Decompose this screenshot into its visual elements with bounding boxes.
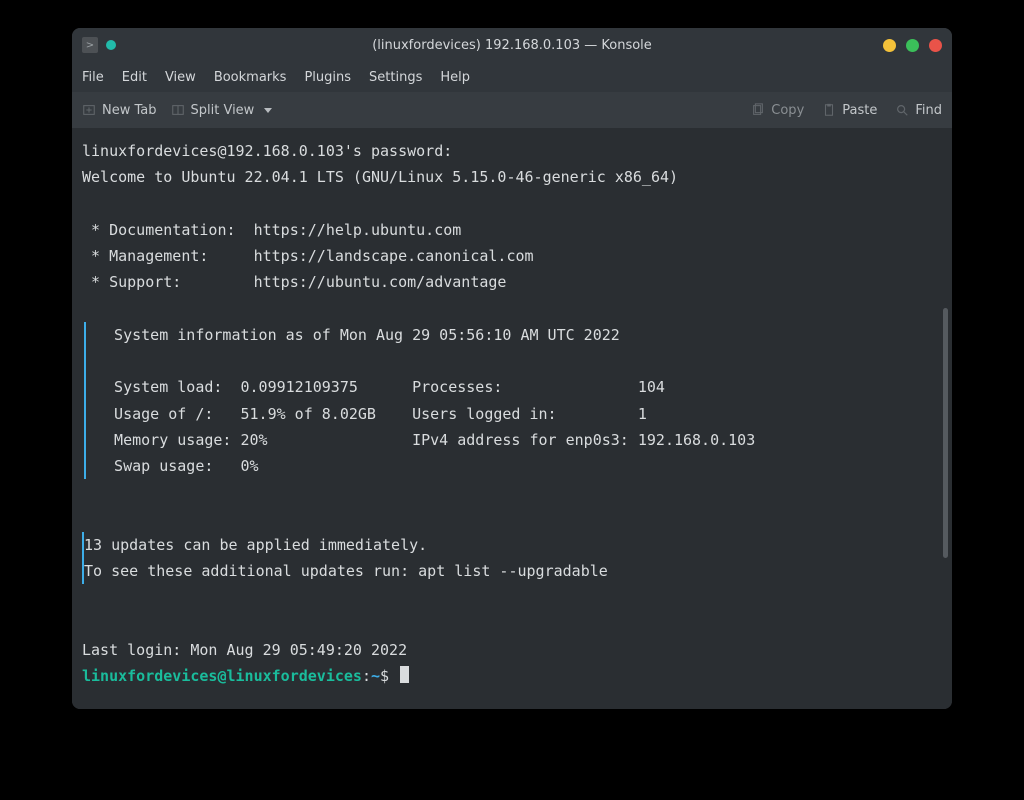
split-view-label: Split View <box>191 103 255 118</box>
paste-label: Paste <box>842 103 877 118</box>
terminal-output[interactable]: linuxfordevices@192.168.0.103's password… <box>72 128 952 709</box>
scrollbar[interactable] <box>943 308 948 558</box>
menu-edit[interactable]: Edit <box>122 70 147 85</box>
last-login-line: Last login: Mon Aug 29 05:49:20 2022 <box>82 641 407 659</box>
prompt-path: ~ <box>371 667 380 685</box>
prompt-symbol: $ <box>380 667 389 685</box>
search-icon <box>895 103 909 117</box>
menu-file[interactable]: File <box>82 70 104 85</box>
mgmt-link-line: * Management: https://landscape.canonica… <box>82 247 534 265</box>
paste-button[interactable]: Paste <box>822 103 877 118</box>
find-label: Find <box>915 103 942 118</box>
doc-link-line: * Documentation: https://help.ubuntu.com <box>82 221 461 239</box>
menu-plugins[interactable]: Plugins <box>304 70 351 85</box>
copy-icon <box>751 103 765 117</box>
menu-settings[interactable]: Settings <box>369 70 422 85</box>
password-prompt-line: linuxfordevices@192.168.0.103's password… <box>82 142 452 160</box>
copy-button[interactable]: Copy <box>751 103 804 118</box>
app-icon: > <box>82 37 98 53</box>
updates-line: 13 updates can be applied immediately. <box>84 536 427 554</box>
sysinfo-row: System load: 0.09912109375 Processes: 10… <box>96 378 665 396</box>
toolbar: New Tab Split View Copy Past <box>72 92 952 128</box>
konsole-window: > (linuxfordevices) 192.168.0.103 — Kons… <box>72 28 952 709</box>
menu-help[interactable]: Help <box>440 70 470 85</box>
prompt-host: linuxfordevices <box>227 667 362 685</box>
updates-hint-line: To see these additional updates run: apt… <box>84 562 608 580</box>
prompt-user: linuxfordevices <box>82 667 217 685</box>
welcome-line: Welcome to Ubuntu 22.04.1 LTS (GNU/Linux… <box>82 168 678 186</box>
new-tab-button[interactable]: New Tab <box>82 103 157 118</box>
minimize-button[interactable] <box>883 39 896 52</box>
updates-block: 13 updates can be applied immediately. T… <box>82 532 938 585</box>
window-title: (linuxfordevices) 192.168.0.103 — Konsol… <box>372 38 652 53</box>
titlebar[interactable]: > (linuxfordevices) 192.168.0.103 — Kons… <box>72 28 952 62</box>
support-link-line: * Support: https://ubuntu.com/advantage <box>82 273 506 291</box>
chevron-down-icon <box>264 108 272 113</box>
system-info-block: System information as of Mon Aug 29 05:5… <box>84 322 938 480</box>
close-button[interactable] <box>929 39 942 52</box>
menu-view[interactable]: View <box>165 70 196 85</box>
cursor-icon <box>400 666 409 683</box>
sysinfo-row: Swap usage: 0% <box>96 457 259 475</box>
maximize-button[interactable] <box>906 39 919 52</box>
split-view-icon <box>171 103 185 117</box>
find-button[interactable]: Find <box>895 103 942 118</box>
new-tab-label: New Tab <box>102 103 157 118</box>
pin-icon[interactable] <box>106 40 116 50</box>
sysinfo-row: Usage of /: 51.9% of 8.02GB Users logged… <box>96 405 647 423</box>
split-view-button[interactable]: Split View <box>171 103 273 118</box>
copy-label: Copy <box>771 103 804 118</box>
paste-icon <box>822 103 836 117</box>
new-tab-icon <box>82 103 96 117</box>
menu-bookmarks[interactable]: Bookmarks <box>214 70 287 85</box>
sysinfo-header: System information as of Mon Aug 29 05:5… <box>96 326 620 344</box>
menubar: File Edit View Bookmarks Plugins Setting… <box>72 62 952 92</box>
sysinfo-row: Memory usage: 20% IPv4 address for enp0s… <box>96 431 755 449</box>
